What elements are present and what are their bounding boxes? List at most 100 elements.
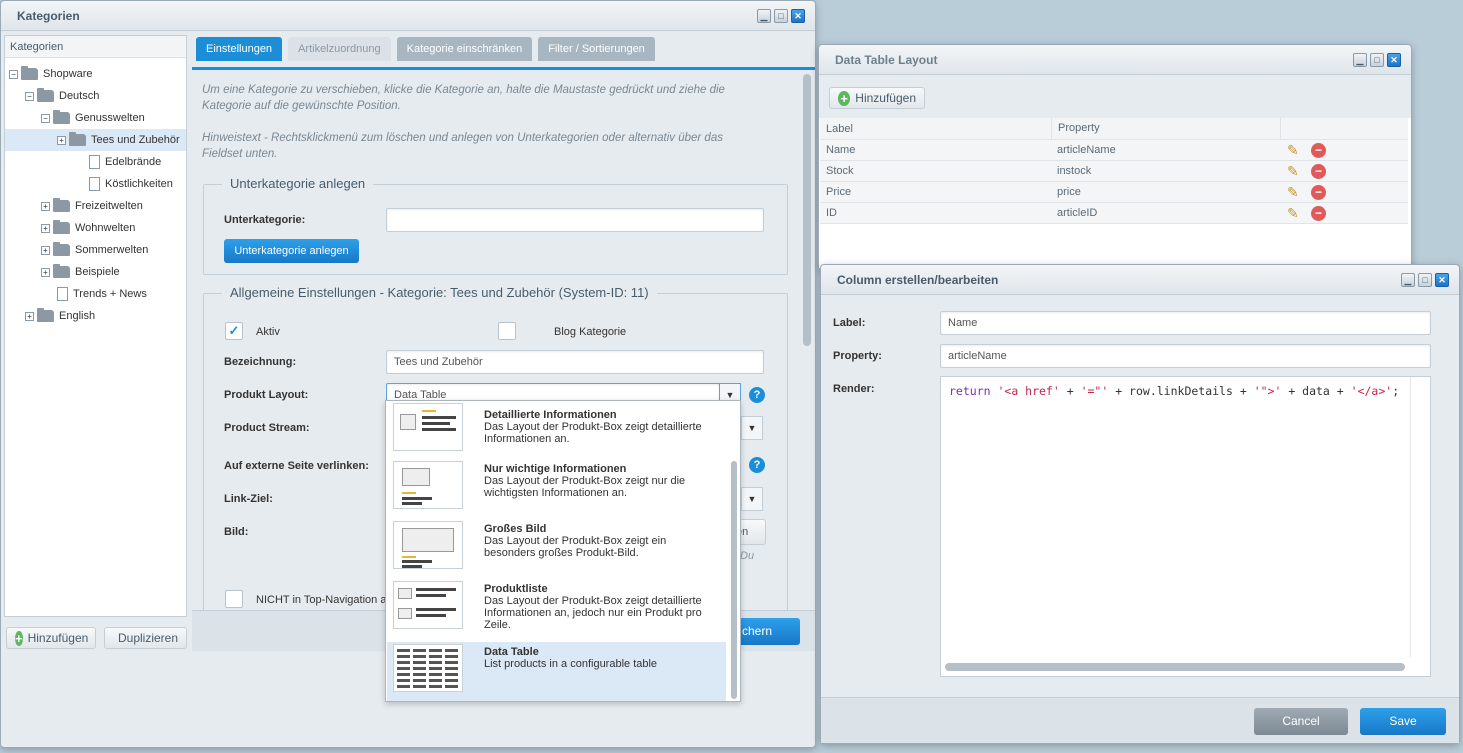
blog-category-checkbox[interactable] — [498, 322, 516, 340]
tree-node[interactable]: + Tees und Zubehör — [5, 129, 186, 151]
help-icon[interactable]: ? — [749, 387, 765, 403]
render-code-line: return '<a href' + '="' + row.linkDetail… — [949, 384, 1399, 398]
folder-icon — [53, 198, 70, 212]
document-icon — [89, 155, 100, 169]
tree-node[interactable]: − Deutsch — [5, 85, 99, 107]
layout-option[interactable]: Data Table List products in a configurabl… — [387, 642, 726, 701]
subcategory-label: Unterkategorie: — [224, 214, 306, 226]
dropdown-scrollbar[interactable] — [731, 461, 737, 699]
settings-scrollbar[interactable] — [803, 74, 811, 346]
tree-node[interactable]: Edelbrände — [5, 151, 161, 173]
collapse-icon[interactable]: − — [41, 113, 50, 123]
expand-icon[interactable]: + — [25, 311, 34, 321]
aktiv-checkbox[interactable]: ✓ — [225, 322, 243, 340]
folder-icon — [53, 110, 70, 124]
create-subcategory-button[interactable]: Unterkategorie anlegen — [224, 239, 359, 263]
maximize-icon[interactable]: □ — [774, 8, 788, 23]
column-property-input[interactable]: articleName — [940, 344, 1431, 368]
close-icon[interactable]: ✕ — [1387, 52, 1401, 67]
tree-node[interactable]: + Freizeitwelten — [5, 195, 143, 217]
code-token: return — [949, 384, 991, 398]
produkt-layout-dropdown: Detaillierte Informationen Das Layout der… — [385, 400, 741, 702]
help-icon[interactable]: ? — [749, 457, 765, 473]
kategorien-window-header[interactable]: Kategorien ▁ □ ✕ — [1, 1, 815, 31]
add-column-button[interactable]: + Hinzufügen — [829, 87, 925, 109]
delete-icon[interactable]: − — [1311, 143, 1326, 158]
cancel-button[interactable]: Cancel — [1254, 708, 1348, 735]
chevron-down-icon[interactable]: ▼ — [741, 416, 763, 440]
expand-icon[interactable]: + — [41, 223, 50, 233]
duplicate-category-button[interactable]: Duplizieren — [104, 627, 187, 649]
table-row[interactable]: Stock instock ✎ − — [820, 161, 1408, 182]
table-row[interactable]: ID articleID ✎ − — [820, 203, 1408, 224]
tree-node[interactable]: − Genusswelten — [5, 107, 145, 129]
edit-icon[interactable]: ✎ — [1287, 163, 1303, 179]
tree-node[interactable]: Trends + News — [5, 283, 147, 305]
tab-settings[interactable]: Einstellungen — [196, 37, 283, 61]
column-edit-header[interactable]: Column erstellen/bearbeiten ▁ □ ✕ — [821, 265, 1459, 295]
layout-option[interactable]: Detaillierte Informationen Das Layout der… — [387, 401, 726, 459]
render-code-editor[interactable]: return '<a href' + '="' + row.linkDetail… — [940, 376, 1431, 677]
table-row[interactable]: Price price ✎ − — [820, 182, 1408, 203]
detail-layout-thumbnail — [393, 403, 463, 451]
column-edit-window: Column erstellen/bearbeiten ▁ □ ✕ Label:… — [820, 264, 1460, 744]
kategorien-window-title: Kategorien — [17, 8, 80, 23]
tree-node[interactable]: + Beispiele — [5, 261, 120, 283]
layout-option[interactable]: Nur wichtige Informationen Das Layout der… — [387, 459, 726, 519]
layout-option-title: Produktliste — [484, 583, 548, 595]
editor-horizontal-scrollbar[interactable] — [945, 663, 1405, 671]
external-link-label: Auf externe Seite verlinken: — [224, 460, 369, 472]
code-token: + — [1059, 384, 1081, 398]
tree-node[interactable]: + English — [5, 305, 95, 327]
data-table-layout-header[interactable]: Data Table Layout ▁ □ ✕ — [819, 45, 1411, 75]
maximize-icon[interactable]: □ — [1418, 272, 1432, 287]
tree-node[interactable]: + Sommerwelten — [5, 239, 148, 261]
expand-icon[interactable]: + — [41, 201, 50, 211]
expand-icon[interactable]: + — [57, 135, 66, 145]
bezeichnung-input[interactable]: Tees und Zubehör — [386, 350, 764, 374]
collapse-icon[interactable]: − — [9, 69, 18, 79]
edit-icon[interactable]: ✎ — [1287, 184, 1303, 200]
chevron-down-icon[interactable]: ▼ — [741, 487, 763, 511]
close-icon[interactable]: ✕ — [1435, 272, 1449, 287]
subcategory-input[interactable] — [386, 208, 764, 232]
edit-icon[interactable]: ✎ — [1287, 205, 1303, 221]
close-icon[interactable]: ✕ — [791, 8, 805, 23]
expand-icon[interactable]: + — [41, 245, 50, 255]
top-navigation-checkbox[interactable] — [225, 590, 243, 608]
delete-icon[interactable]: − — [1311, 206, 1326, 221]
minimize-icon[interactable]: ▁ — [1353, 52, 1367, 67]
document-icon — [57, 287, 68, 301]
maximize-icon[interactable]: □ — [1370, 52, 1384, 67]
tree-node[interactable]: + Wohnwelten — [5, 217, 135, 239]
tab-article-assignment[interactable]: Artikelzuordnung — [288, 37, 391, 61]
delete-icon[interactable]: − — [1311, 185, 1326, 200]
minimize-icon[interactable]: ▁ — [1401, 272, 1415, 287]
tree-node[interactable]: − Shopware — [5, 63, 93, 85]
layout-option-description: Das Layout der Produkt-Box zeigt detaill… — [484, 421, 702, 445]
top-navigation-label: NICHT in Top-Navigation a — [256, 594, 387, 606]
minimize-icon[interactable]: ▁ — [757, 8, 771, 23]
edit-icon[interactable]: ✎ — [1287, 142, 1303, 158]
folder-icon — [53, 242, 70, 256]
tab-category-restrict[interactable]: Kategorie einschränken — [396, 37, 533, 61]
column-edit-title: Column erstellen/bearbeiten — [837, 272, 999, 287]
tree-node-label: Köstlichkeiten — [105, 178, 173, 190]
column-label-input[interactable]: Name — [940, 311, 1431, 335]
expand-icon[interactable]: + — [41, 267, 50, 277]
layout-option[interactable]: Großes Bild Das Layout der Produkt-Box ze… — [387, 519, 726, 579]
layout-option[interactable]: Produktliste Das Layout der Produkt-Box z… — [387, 579, 726, 639]
collapse-icon[interactable]: − — [25, 91, 34, 101]
tree-node[interactable]: Köstlichkeiten — [5, 173, 173, 195]
layout-option-title: Data Table — [484, 646, 539, 658]
save-column-button[interactable]: Save — [1360, 708, 1446, 735]
add-category-button[interactable]: + Hinzufügen — [6, 627, 96, 649]
columns-grid-header: Label Property — [820, 118, 1408, 140]
product-stream-label: Product Stream: — [224, 422, 310, 434]
tree-node-label: Shopware — [43, 68, 93, 80]
list-layout-thumbnail — [393, 581, 463, 629]
table-row[interactable]: Name articleName ✎ − — [820, 140, 1408, 161]
delete-icon[interactable]: − — [1311, 164, 1326, 179]
tab-filter-sorting[interactable]: Filter / Sortierungen — [538, 37, 655, 61]
image-hint-fragment: Du — [740, 550, 755, 562]
